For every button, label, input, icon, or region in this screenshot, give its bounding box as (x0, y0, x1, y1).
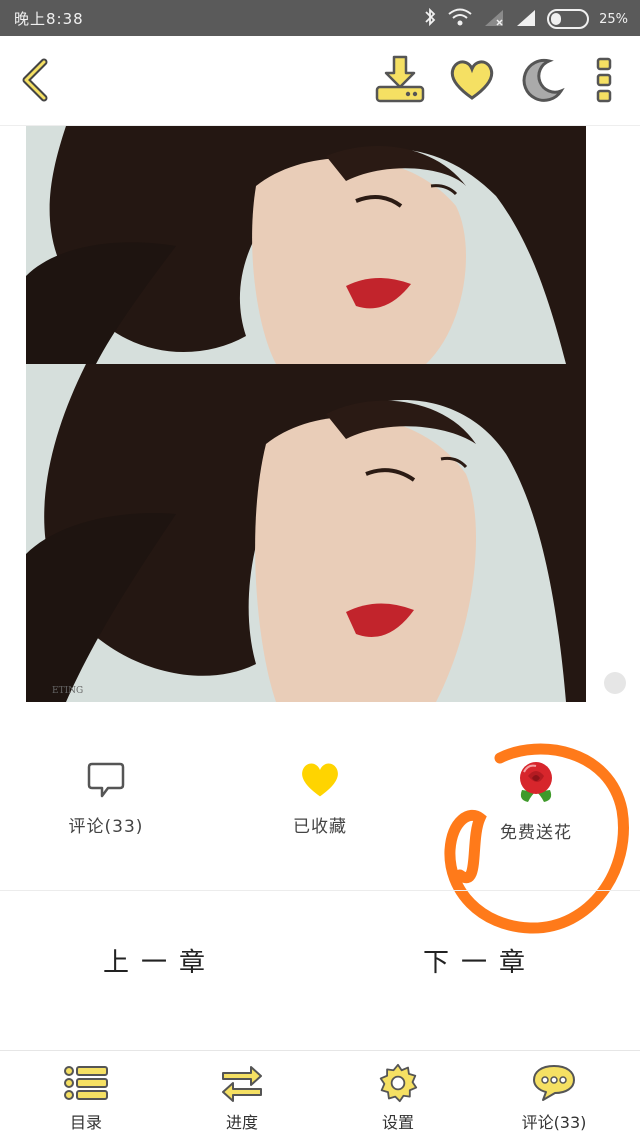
comment-action[interactable]: 评论(33) (26, 760, 186, 837)
more-button[interactable] (576, 54, 632, 110)
photo-watermark: ETING (52, 686, 84, 696)
list-icon (63, 1066, 109, 1107)
free-flower-action[interactable]: 免费送花 (456, 760, 616, 843)
prev-chapter-button[interactable]: 上一章 (80, 942, 240, 979)
bluetooth-icon (423, 7, 437, 31)
scroll-indicator[interactable] (604, 672, 626, 694)
download-icon (374, 55, 426, 109)
signal-icon (515, 8, 537, 30)
gear-icon (376, 1063, 420, 1107)
nav-label-comments: 评论(33) (521, 1113, 587, 1132)
night-mode-button[interactable] (514, 54, 570, 110)
nav-label-catalog: 目录 (69, 1113, 102, 1132)
heart-icon (448, 58, 496, 106)
heart-icon (298, 763, 342, 804)
nav-item-comments[interactable]: 评论(33) (504, 1063, 604, 1133)
nav-item-settings[interactable]: 设置 (348, 1063, 448, 1133)
rose-icon (514, 762, 558, 810)
back-button[interactable] (8, 54, 64, 110)
favorited-action-label: 已收藏 (293, 817, 347, 837)
photo-top (26, 126, 586, 364)
status-time: 晚上8:38 (14, 10, 84, 28)
next-chapter-button[interactable]: 下一章 (400, 942, 560, 979)
nav-label-progress: 进度 (225, 1113, 258, 1132)
chapter-image: ETING (26, 126, 586, 702)
signal-icon (483, 8, 505, 30)
nav-item-catalog[interactable]: 目录 (36, 1063, 136, 1133)
comment-action-label: 评论(33) (68, 817, 144, 837)
chevron-left-icon (16, 56, 56, 108)
favorite-button[interactable] (444, 54, 500, 110)
comment-icon (86, 762, 126, 804)
download-button[interactable] (372, 54, 428, 110)
battery-percent: 25% (599, 11, 628, 27)
wifi-icon (447, 7, 473, 31)
favorited-action[interactable]: 已收藏 (240, 760, 400, 837)
status-icons: 25% (423, 7, 628, 31)
chapter-actions: 评论(33) 已收藏 免费送花 (0, 760, 640, 890)
moon-icon (519, 57, 565, 107)
divider (0, 890, 640, 891)
battery-icon (547, 9, 590, 29)
nav-label-settings: 设置 (381, 1113, 414, 1132)
bottom-navigation: 目录 进度 设置 评论(33) (0, 1050, 640, 1138)
photo-bottom: ETING (26, 364, 586, 702)
reader-toolbar (0, 36, 640, 126)
status-bar: 晚上8:38 25% (0, 0, 640, 36)
chat-bubble-icon (531, 1065, 577, 1107)
free-flower-action-label: 免费送花 (500, 823, 572, 843)
nav-item-progress[interactable]: 进度 (192, 1063, 292, 1133)
progress-arrows-icon (219, 1066, 265, 1107)
more-vertical-icon (594, 57, 614, 107)
